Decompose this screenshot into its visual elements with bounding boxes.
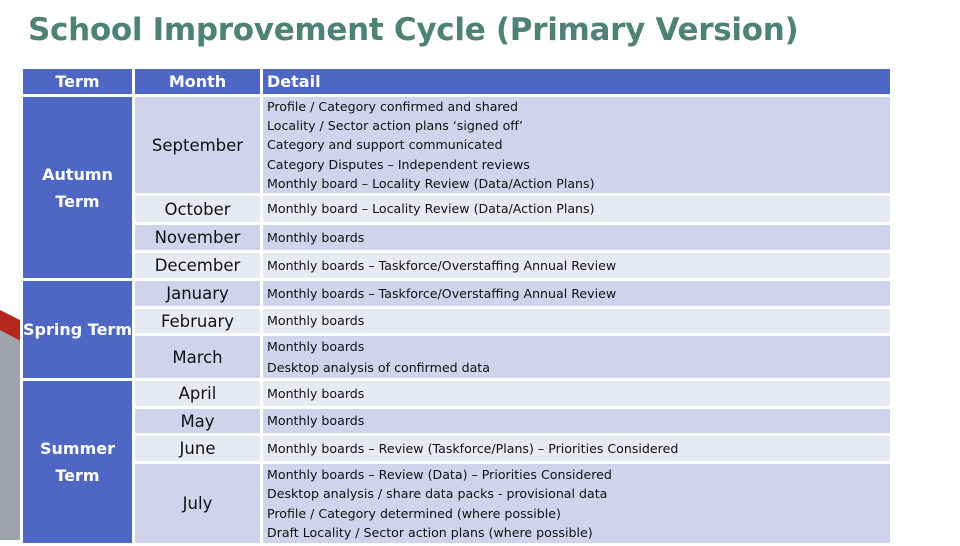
term-label-line: Term [55, 466, 100, 486]
detail-line: Desktop analysis of confirmed data [267, 360, 490, 376]
month-cell: September [132, 93, 263, 197]
detail-line: Monthly boards – Review (Taskforce/Plans… [267, 440, 679, 456]
detail-cell: Monthly boards [260, 222, 893, 254]
table-row: July Monthly boards – Review (Data) – Pr… [22, 461, 893, 546]
table-row: February Monthly boards [22, 306, 893, 337]
detail-line: Desktop analysis / share data packs - pr… [267, 486, 608, 502]
table-row: May Monthly boards [22, 406, 893, 437]
detail-line: Monthly board – Locality Review (Data/Ac… [267, 175, 595, 191]
detail-line: Monthly boards – Review (Data) – Priorit… [267, 467, 612, 483]
term-label-line: Summer [40, 439, 115, 459]
table-row: October Monthly board – Locality Review … [22, 193, 893, 226]
detail-cell: Monthly boards [260, 406, 893, 437]
detail-line: Category Disputes – Independent reviews [267, 156, 530, 172]
term-label-line: Spring Term [23, 320, 132, 340]
detail-line: Locality / Sector action plans ‘signed o… [267, 118, 523, 134]
month-cell: November [132, 222, 263, 254]
column-header-detail: Detail [260, 66, 893, 97]
detail-line: Monthly boards – Taskforce/Overstaffing … [267, 257, 617, 273]
detail-cell: Profile / Category confirmed and shared … [260, 93, 893, 197]
term-cell-autumn: Autumn Term [20, 93, 135, 282]
table-row: March Monthly boards Desktop analysis of… [22, 333, 893, 382]
term-cell-spring: Spring Term [20, 278, 135, 382]
detail-line: Profile / Category determined (where pos… [267, 505, 561, 521]
column-header-term: Term [20, 66, 135, 97]
table-row: Autumn Term September Profile / Category… [20, 93, 893, 282]
month-cell: May [132, 406, 263, 437]
month-cell: October [132, 193, 263, 226]
column-header-month: Month [132, 66, 263, 97]
month-cell: July [132, 461, 263, 546]
detail-cell: Monthly boards – Review (Taskforce/Plans… [260, 433, 893, 465]
month-cell: March [132, 333, 263, 382]
detail-cell: Monthly boards [260, 306, 893, 337]
month-cell: June [132, 433, 263, 465]
detail-line: Monthly boards [267, 339, 365, 355]
detail-line: Profile / Category confirmed and shared [267, 99, 519, 114]
table-header-row: Term Month Detail [20, 66, 893, 97]
detail-line: Monthly boards [267, 229, 365, 245]
month-cell: April [132, 378, 263, 410]
detail-line: Monthly boards [267, 313, 365, 329]
table-row: November Monthly boards [22, 222, 893, 254]
page-title: School Improvement Cycle (Primary Versio… [28, 12, 799, 48]
table-row: December Monthly boards – Taskforce/Over… [22, 250, 893, 282]
school-improvement-table: Term Month Detail Autumn Term September … [20, 66, 893, 546]
detail-cell: Monthly boards Desktop analysis of confi… [260, 333, 893, 382]
table-row: Spring Term January Monthly boards – Tas… [20, 278, 893, 382]
detail-cell: Monthly boards – Review (Data) – Priorit… [260, 461, 893, 546]
detail-cell: Monthly boards – Taskforce/Overstaffing … [260, 278, 893, 310]
detail-cell: Monthly boards [260, 378, 893, 410]
detail-cell: Monthly board – Locality Review (Data/Ac… [260, 193, 893, 226]
term-label-line: Term [55, 191, 100, 211]
detail-line: Monthly boards – Taskforce/Overstaffing … [267, 285, 617, 301]
detail-line: Monthly boards [267, 385, 365, 401]
month-cell: January [132, 278, 263, 310]
table-row: June Monthly boards – Review (Taskforce/… [22, 433, 893, 465]
month-cell: December [132, 250, 263, 282]
detail-line: Category and support communicated [267, 137, 503, 153]
table-row: Summer Term April Monthly boards [20, 378, 893, 546]
detail-line: Monthly board – Locality Review (Data/Ac… [267, 201, 595, 217]
detail-line: Monthly boards [267, 413, 365, 429]
month-cell: February [132, 306, 263, 337]
detail-cell: Monthly boards – Taskforce/Overstaffing … [260, 250, 893, 282]
term-cell-summer: Summer Term [20, 378, 135, 546]
term-label-line: Autumn [42, 164, 113, 184]
detail-line: Draft Locality / Sector action plans (wh… [267, 524, 593, 540]
